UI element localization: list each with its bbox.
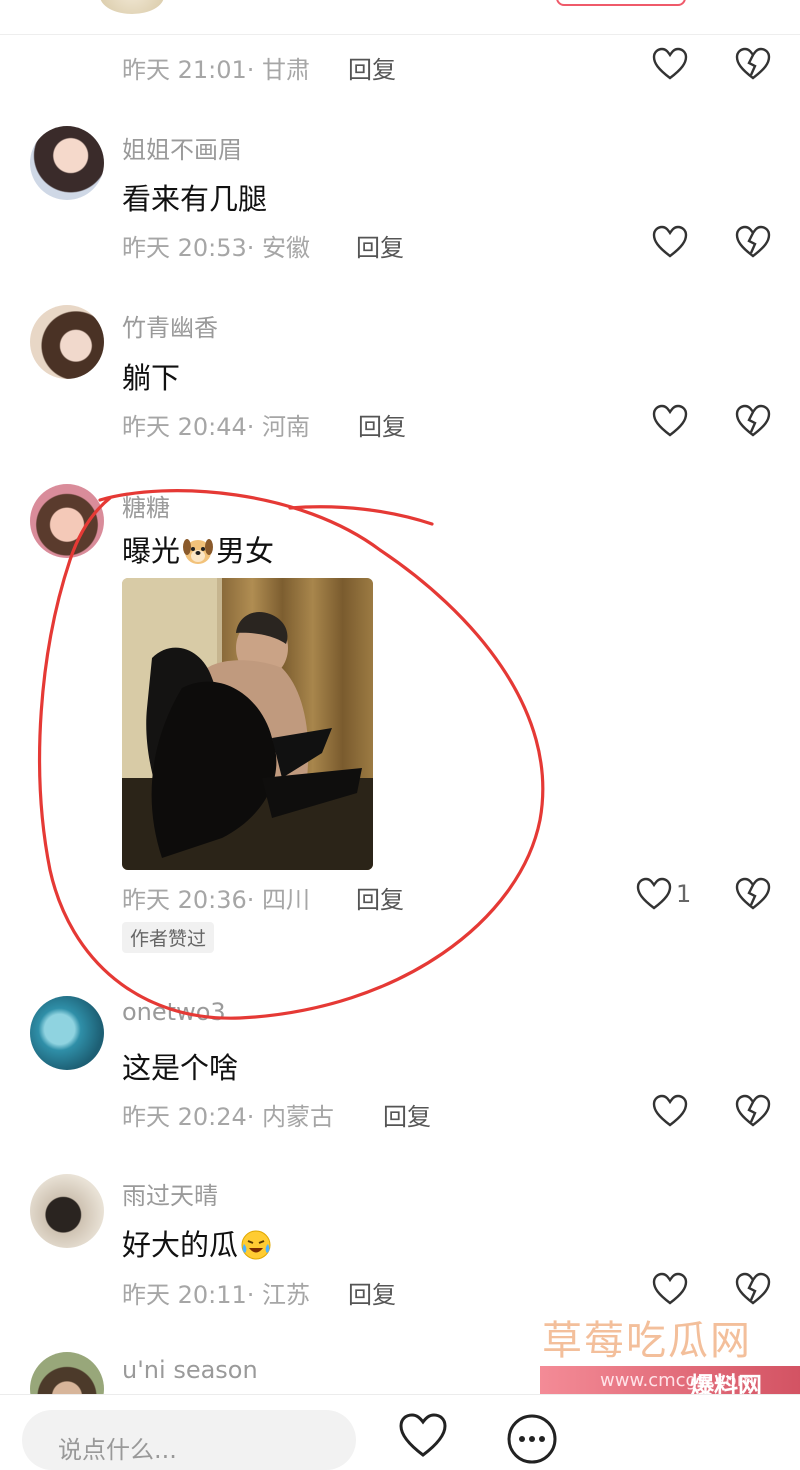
like-count: 1 [676, 880, 692, 908]
comment-meta: 昨天 20:36· 四川 [122, 886, 311, 914]
reply-button[interactable]: 回复 [356, 228, 404, 263]
comment-username[interactable]: 姐姐不画眉 [122, 130, 242, 165]
comment-input-placeholder[interactable]: 说点什么... [58, 1430, 177, 1465]
like-heart-icon[interactable] [652, 47, 688, 81]
like-heart-icon[interactable] [652, 225, 688, 259]
site-watermark: 草莓吃瓜网 [542, 1318, 752, 1364]
comment-text: 好大的瓜 [122, 1222, 274, 1264]
crying-laughing-emoji-icon [241, 1230, 271, 1260]
dislike-broken-heart-icon[interactable] [735, 404, 771, 438]
comment-username[interactable]: 竹青幽香 [122, 308, 218, 343]
reply-button[interactable]: 回复 [383, 1097, 431, 1132]
avatar[interactable] [30, 1174, 104, 1248]
photo-image [122, 578, 373, 870]
author-liked-badge: 作者赞过 [122, 922, 215, 953]
reply-button[interactable]: 回复 [348, 1275, 396, 1310]
comment-meta: 昨天 20:11· 江苏 [122, 1281, 311, 1309]
reply-button[interactable]: 回复 [356, 880, 404, 915]
comment-text: 看来有几腿 [122, 182, 268, 216]
dislike-broken-heart-icon[interactable] [735, 877, 771, 911]
comment-text: 曝光 男女 [122, 528, 274, 570]
dislike-broken-heart-icon[interactable] [735, 1272, 771, 1306]
comment-meta: 昨天 21:01· 甘肃 [122, 56, 311, 84]
dislike-broken-heart-icon[interactable] [735, 47, 771, 81]
comment-username[interactable]: 糖糖 [122, 488, 170, 523]
reply-button[interactable]: 回复 [348, 50, 396, 85]
comment-username[interactable]: 雨过天晴 [122, 1176, 218, 1211]
follow-button-partial[interactable] [556, 0, 686, 6]
avatar[interactable] [30, 484, 104, 558]
avatar[interactable] [30, 126, 104, 200]
dislike-broken-heart-icon[interactable] [735, 225, 771, 259]
comment-bubble-icon[interactable] [505, 1412, 559, 1466]
comment-text: 这是个啥 [122, 1051, 239, 1085]
dislike-broken-heart-icon[interactable] [735, 1094, 771, 1128]
like-heart-icon[interactable] [652, 1272, 688, 1306]
comment-text: 躺下 [122, 361, 181, 395]
comment-meta: 昨天 20:24· 内蒙古 [122, 1103, 335, 1131]
comment-text-part: 男女 [216, 534, 275, 568]
reply-button[interactable]: 回复 [358, 407, 406, 442]
like-heart-icon[interactable] [652, 1094, 688, 1128]
avatar-partial[interactable] [100, 0, 164, 14]
like-heart-icon[interactable] [636, 877, 672, 911]
comment-username[interactable]: u'ni season [122, 1356, 258, 1384]
comment-meta: 昨天 20:53· 安徽 [122, 234, 311, 262]
like-heart-icon[interactable] [652, 404, 688, 438]
avatar[interactable] [30, 305, 104, 379]
like-heart-icon[interactable] [398, 1412, 448, 1458]
avatar[interactable] [30, 996, 104, 1070]
dog-face-emoji-icon [183, 539, 214, 564]
comment-text-part: 好大的瓜 [122, 1228, 239, 1262]
comment-meta: 昨天 20:44· 河南 [122, 413, 311, 441]
divider [0, 34, 800, 35]
comment-attached-photo[interactable] [122, 578, 373, 870]
comment-text-part: 曝光 [122, 534, 181, 568]
comment-username[interactable]: onetwo3 [122, 998, 226, 1026]
